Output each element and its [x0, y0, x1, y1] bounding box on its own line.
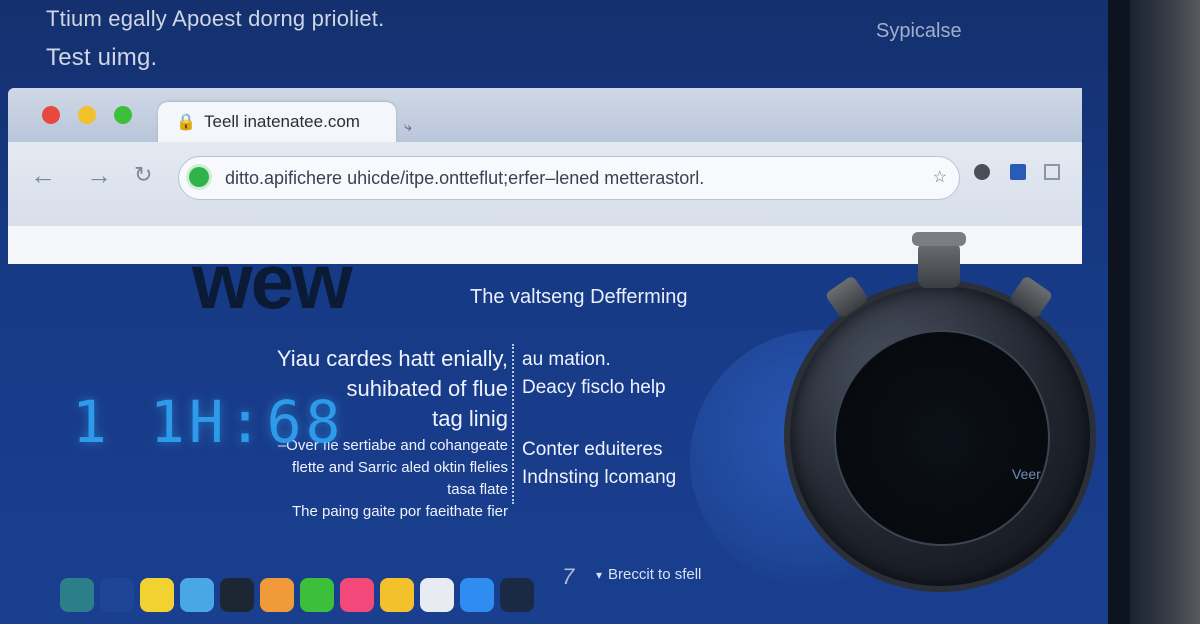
secure-icon: [189, 167, 209, 187]
right-line: Indnsting lcomang: [522, 467, 677, 488]
cloud-icon[interactable]: [180, 578, 214, 612]
bookmark-icon[interactable]: ☆: [933, 167, 947, 187]
left-small-line: tasa flate: [447, 481, 508, 498]
calendar-icon[interactable]: [420, 578, 454, 612]
notes-icon[interactable]: [140, 578, 174, 612]
monitor-bezel: [1130, 0, 1200, 624]
dock-number: 7: [562, 564, 575, 589]
dock-label-text: Breccit to sfell: [608, 566, 702, 583]
chrome-icon[interactable]: [300, 578, 334, 612]
back-button[interactable]: ←: [30, 160, 56, 191]
reload-button[interactable]: ↻: [134, 162, 152, 188]
pen-icon[interactable]: [100, 578, 134, 612]
maps-icon[interactable]: [380, 578, 414, 612]
column-divider: [512, 344, 514, 504]
tab-strip: 🔒 Teell inatenatee.com ⤷: [8, 88, 1082, 142]
stopwatch-button-left: [824, 274, 870, 320]
left-line: Yiau cardes hatt enially,: [276, 346, 508, 371]
tab-active[interactable]: 🔒 Teell inatenatee.com: [158, 102, 396, 142]
stopwatch-icon: [790, 232, 1090, 586]
lock-icon: 🔒: [176, 114, 196, 131]
left-small-line: flette and Sarric aled oktin flelies: [292, 459, 508, 476]
right-line: au mation.: [522, 349, 611, 370]
extension-icon[interactable]: [974, 164, 990, 180]
monitor-screen: Ttium egally Apoest dorng prioliet. Test…: [0, 0, 1130, 624]
music-icon[interactable]: [340, 578, 374, 612]
left-small-line: The paing gaite por faeithate fier: [292, 503, 508, 520]
dock-label[interactable]: ▾ Breccit to sfell: [596, 566, 701, 583]
stopwatch-crown: [912, 232, 966, 288]
new-tab-icon[interactable]: ⤷: [404, 118, 412, 135]
tab-title: Teell inatenatee.com: [204, 112, 360, 131]
address-url: ditto.apifichere uhicde/itpe.ontteflut;e…: [225, 168, 705, 188]
forward-button[interactable]: →: [86, 160, 112, 191]
stopwatch-sub-label: Veer: [1012, 466, 1041, 482]
stopwatch-face: [834, 330, 1050, 546]
desktop-brand: Sypicalse: [876, 20, 962, 42]
photos-icon[interactable]: [260, 578, 294, 612]
browser-toolbar: ← → ↻ ditto.apifichere uhicde/itpe.ontte…: [8, 142, 1082, 226]
stopwatch-digits: 1 1H:68: [72, 388, 345, 456]
right-text-column: au mation. Deacy fisclo help Conter edui…: [522, 346, 676, 492]
desktop-header-line2: Test uimg.: [46, 44, 158, 71]
chevron-down-icon: ▾: [596, 568, 603, 582]
terminal-icon[interactable]: [220, 578, 254, 612]
desktop-header-line1: Ttium egally Apoest dorng prioliet.: [46, 6, 385, 31]
hero-heading: wew: [192, 237, 353, 325]
right-line: Conter eduiteres: [522, 439, 663, 460]
right-line: Deacy fisclo help: [522, 377, 666, 398]
list-icon[interactable]: [500, 578, 534, 612]
page-subheading: The valtseng Defferming: [470, 286, 688, 308]
stopwatch-button-right: [1008, 274, 1054, 320]
close-window-button[interactable]: [42, 106, 60, 124]
finder-icon[interactable]: [460, 578, 494, 612]
address-bar[interactable]: ditto.apifichere uhicde/itpe.ontteflut;e…: [178, 156, 960, 200]
shield-icon[interactable]: [1010, 164, 1026, 180]
maximize-window-button[interactable]: [114, 106, 132, 124]
accessibility-icon[interactable]: [60, 578, 94, 612]
minimize-window-button[interactable]: [78, 106, 96, 124]
menu-icon[interactable]: [1044, 164, 1060, 180]
